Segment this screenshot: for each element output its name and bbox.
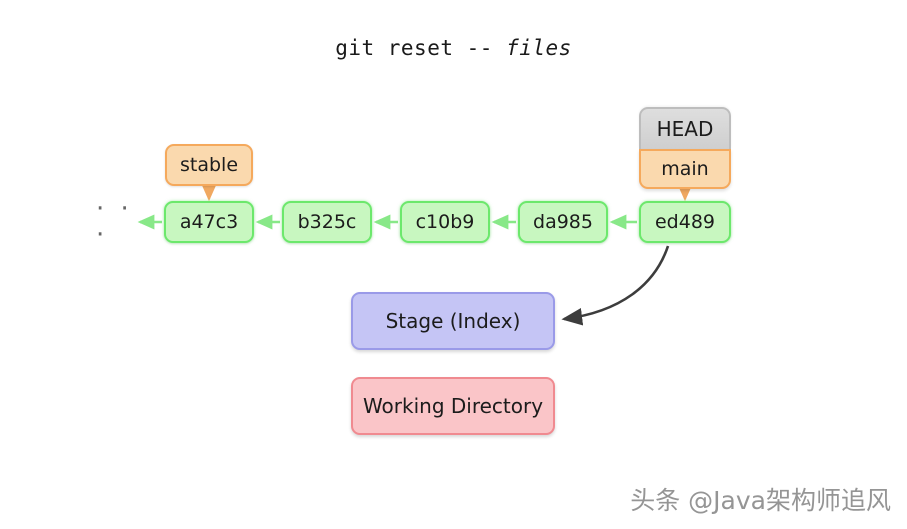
stage-index-box[interactable]: Stage (Index) [351,292,555,350]
branch-main-label: main [661,158,709,180]
commit-node-da985[interactable]: da985 [518,201,608,243]
branch-main-box[interactable]: main [639,149,731,189]
connector-layer [137,185,692,326]
commit-label-ed489: ed489 [654,211,715,233]
page-title: git reset -- files [0,36,907,60]
commit-node-b325c[interactable]: b325c [282,201,372,243]
title-argument: files [506,36,572,60]
ref-tag-stable[interactable]: stable [165,144,253,186]
working-directory-box[interactable]: Working Directory [351,377,555,435]
commit-label-a47c3: a47c3 [179,211,239,233]
ref-tag-stable-label: stable [179,154,239,176]
stage-index-label: Stage (Index) [385,309,521,333]
title-command: git reset -- [335,36,493,60]
commit-node-ed489[interactable]: ed489 [639,201,731,243]
working-directory-label: Working Directory [362,394,544,418]
commit-label-b325c: b325c [297,211,357,233]
diagram-canvas: git reset -- files · · · stable HEAD mai… [0,0,907,529]
commit-label-da985: da985 [533,211,593,233]
commit-label-c10b9: c10b9 [415,211,475,233]
head-pointer-label: HEAD [656,117,714,141]
ref-pointer-arrows [202,185,692,202]
reset-action-arrow [561,245,670,326]
history-ellipsis: · · · [96,194,133,250]
commit-node-a47c3[interactable]: a47c3 [164,201,254,243]
head-pointer-box[interactable]: HEAD [639,107,731,149]
watermark-text: 头条 @Java架构师追风 [630,486,891,515]
commit-node-c10b9[interactable]: c10b9 [400,201,490,243]
